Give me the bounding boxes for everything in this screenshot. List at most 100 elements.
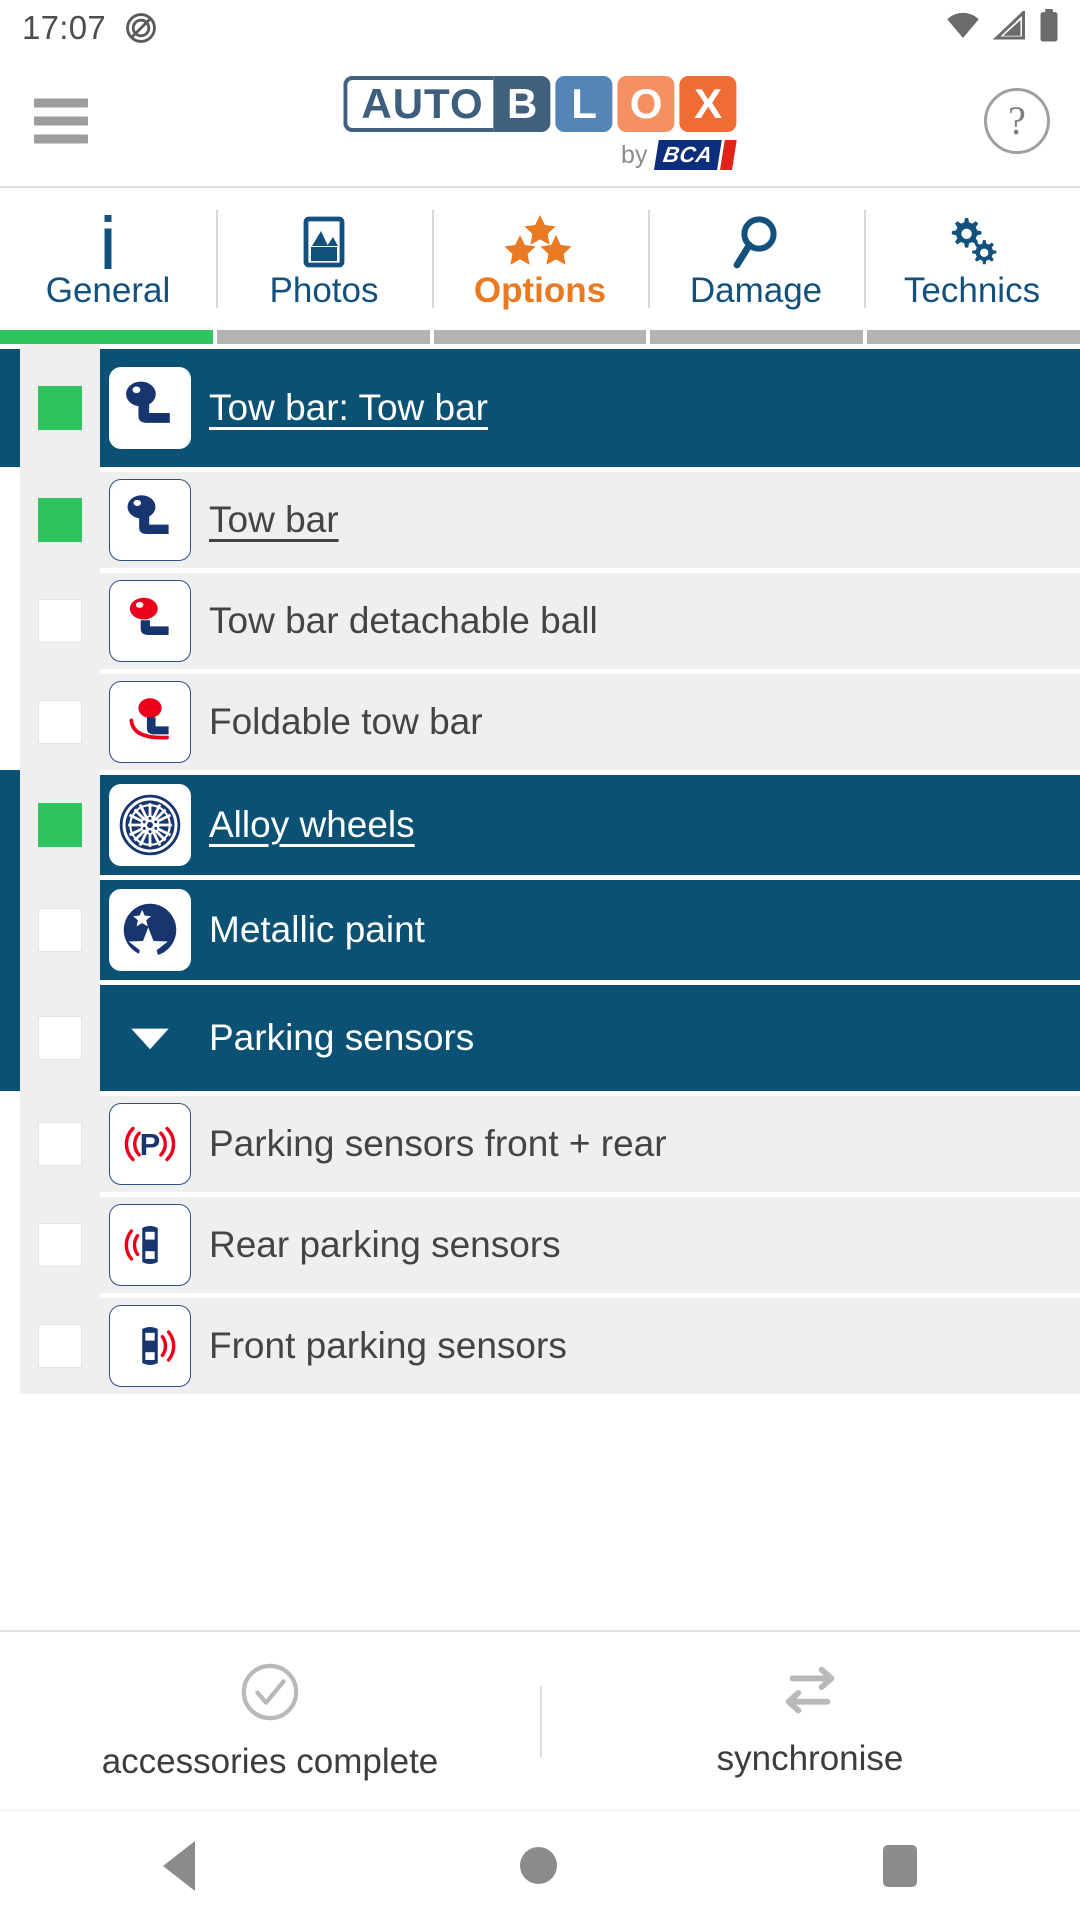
row-selection-stripe	[0, 472, 20, 568]
row-checkbox[interactable]	[38, 1223, 82, 1267]
tab-general-label: General	[45, 271, 171, 311]
list-item-label: Parking sensors front + rear	[209, 1123, 667, 1164]
tab-technics-label: Technics	[903, 271, 1041, 311]
progress-segment-general	[0, 330, 213, 344]
row-checkbox-cell[interactable]	[20, 1298, 100, 1394]
logo-block-x: X	[679, 76, 737, 132]
tab-photos-label: Photos	[269, 271, 379, 311]
options-list[interactable]: Tow bar: Tow bar Tow bar Tow bar detacha…	[0, 344, 1080, 1630]
photo-icon	[300, 214, 348, 270]
back-triangle-icon[interactable]	[162, 1840, 195, 1891]
tab-options-label: Options	[473, 271, 607, 311]
row-checkbox[interactable]	[38, 700, 82, 744]
tab-progress-bar	[0, 330, 1080, 344]
tab-options[interactable]: Options	[432, 188, 648, 330]
row-checkbox-cell[interactable]	[20, 880, 100, 980]
hamburger-menu-icon[interactable]	[34, 98, 88, 144]
tow-bar-icon	[109, 479, 191, 561]
bca-logo-text: BCA	[654, 140, 722, 170]
progress-segment-technics	[867, 330, 1080, 344]
list-item[interactable]: Metallic paint	[0, 880, 1080, 980]
row-checkbox[interactable]	[38, 1324, 82, 1368]
logo-block-l: L	[555, 76, 613, 132]
row-checkbox[interactable]	[38, 908, 82, 952]
app-header: AUTO B L O X by BCA ?	[0, 56, 1080, 188]
progress-segment-options	[433, 330, 647, 344]
row-selection-stripe	[0, 349, 20, 467]
check-circle-icon	[239, 1661, 301, 1728]
front-parking-sensor-icon	[109, 1305, 191, 1387]
tow-bar-icon	[109, 367, 191, 449]
cellular-signal-icon	[992, 8, 1027, 46]
tab-damage-label: Damage	[689, 271, 823, 311]
list-item-label: Metallic paint	[209, 909, 425, 950]
list-item-label: Tow bar detachable ball	[209, 600, 598, 641]
list-item[interactable]: Foldable tow bar	[0, 674, 1080, 770]
sync-arrows-icon	[777, 1664, 843, 1725]
row-selection-stripe	[0, 880, 20, 980]
row-checkbox-cell[interactable]	[20, 472, 100, 568]
list-item-label: Foldable tow bar	[209, 701, 483, 742]
row-checkbox[interactable]	[38, 1122, 82, 1166]
row-checkbox-cell[interactable]	[20, 985, 100, 1091]
list-item[interactable]: Rear parking sensors	[0, 1197, 1080, 1293]
row-checkbox-cell[interactable]	[20, 1096, 100, 1192]
accessories-complete-label: accessories complete	[101, 1741, 439, 1781]
list-item-label: Parking sensors	[209, 1017, 475, 1058]
tab-damage[interactable]: Damage	[648, 188, 864, 330]
list-item[interactable]: Tow bar	[0, 472, 1080, 568]
magnifier-icon	[731, 214, 781, 270]
app-screen: 17:07 AUTO B L O X by BCA ? General Phot…	[0, 0, 1080, 1920]
row-checkbox-cell[interactable]	[20, 1197, 100, 1293]
tab-photos[interactable]: Photos	[216, 188, 432, 330]
status-bar-clock: 17:07	[22, 9, 107, 46]
parking-sensor-p-icon: P	[109, 1103, 191, 1185]
list-item[interactable]: Tow bar detachable ball	[0, 573, 1080, 669]
svg-text:P: P	[140, 1127, 161, 1162]
progress-segment-damage	[650, 330, 864, 344]
synchronise-button[interactable]: synchronise	[540, 1664, 1080, 1779]
list-item[interactable]: Front parking sensors	[0, 1298, 1080, 1394]
accessories-complete-button[interactable]: accessories complete	[0, 1661, 540, 1782]
tab-general[interactable]: General	[0, 188, 216, 330]
list-item-label: Rear parking sensors	[209, 1224, 561, 1265]
bca-logo: BCA	[654, 140, 737, 170]
logo-plate-text: AUTO	[343, 76, 494, 132]
list-item[interactable]: P Parking sensors front + rear	[0, 1096, 1080, 1192]
info-icon	[98, 214, 118, 270]
help-question-icon[interactable]: ?	[984, 88, 1050, 154]
row-checkbox-cell[interactable]	[20, 573, 100, 669]
tow-bar-detachable-icon	[109, 580, 191, 662]
list-item[interactable]: Parking sensors	[0, 985, 1080, 1091]
progress-segment-photos	[216, 330, 430, 344]
tab-technics[interactable]: Technics	[864, 188, 1080, 330]
list-item[interactable]: Tow bar: Tow bar	[0, 349, 1080, 467]
app-logo: AUTO B L O X by BCA	[343, 76, 737, 170]
logo-block-b: B	[493, 76, 551, 132]
row-selection-stripe	[0, 1096, 20, 1192]
row-checkbox[interactable]	[38, 599, 82, 643]
row-checkbox-cell[interactable]	[20, 674, 100, 770]
chevron-down-icon[interactable]	[109, 1023, 191, 1053]
row-selection-stripe	[0, 674, 20, 770]
gears-icon	[945, 214, 999, 270]
bottom-action-bar: accessories complete synchronise	[0, 1630, 1080, 1810]
recents-square-icon[interactable]	[883, 1844, 918, 1887]
list-item-label: Front parking sensors	[209, 1325, 567, 1366]
row-checkbox[interactable]	[38, 803, 82, 847]
synchronise-label: synchronise	[716, 1738, 904, 1778]
foldable-tow-bar-icon	[109, 681, 191, 763]
list-item[interactable]: Alloy wheels	[0, 775, 1080, 875]
help-glyph: ?	[1008, 98, 1026, 143]
logo-block-o: O	[617, 76, 675, 132]
row-checkbox[interactable]	[38, 498, 82, 542]
row-checkbox[interactable]	[38, 1016, 82, 1060]
metallic-paint-star-icon	[109, 889, 191, 971]
row-checkbox-cell[interactable]	[20, 349, 100, 467]
home-circle-icon[interactable]	[520, 1847, 558, 1884]
row-checkbox-cell[interactable]	[20, 775, 100, 875]
row-checkbox[interactable]	[38, 386, 82, 430]
alloy-wheel-icon	[109, 784, 191, 866]
tab-bar: General Photos Options Damage Technics	[0, 188, 1080, 330]
row-selection-stripe	[0, 985, 20, 1091]
